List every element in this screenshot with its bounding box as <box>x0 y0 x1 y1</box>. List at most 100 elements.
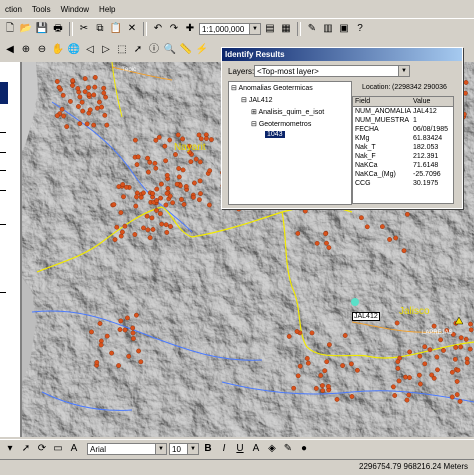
anomaly-point[interactable] <box>406 392 412 398</box>
anomaly-point[interactable] <box>103 94 109 100</box>
anomaly-point[interactable] <box>197 178 203 184</box>
anomaly-point[interactable] <box>401 248 407 254</box>
find-icon[interactable]: 🔍 <box>163 43 177 57</box>
anomaly-point[interactable] <box>163 158 169 164</box>
table-row[interactable]: CCG 30.1975 <box>353 179 453 188</box>
anomaly-point[interactable] <box>156 134 162 140</box>
anomaly-point[interactable] <box>342 333 348 338</box>
bold-icon[interactable]: B <box>201 442 215 456</box>
anomaly-point[interactable] <box>147 159 153 165</box>
anomaly-point[interactable] <box>82 89 88 95</box>
anomaly-point[interactable] <box>407 349 412 355</box>
anomaly-point[interactable] <box>203 136 209 142</box>
anomaly-point[interactable] <box>354 367 360 373</box>
anomaly-point[interactable] <box>60 92 66 98</box>
anomaly-point[interactable] <box>70 78 76 83</box>
anomaly-point[interactable] <box>319 383 325 388</box>
anomaly-point[interactable] <box>314 240 320 246</box>
anomaly-point[interactable] <box>132 232 138 237</box>
anomaly-point[interactable] <box>144 213 150 219</box>
anomaly-point[interactable] <box>98 338 104 344</box>
anomaly-point[interactable] <box>61 113 67 119</box>
menu-tools[interactable]: Tools <box>27 5 56 14</box>
print-icon[interactable]: 🖶 <box>51 22 65 36</box>
anomaly-point[interactable] <box>134 194 139 200</box>
anomaly-point[interactable] <box>92 84 98 90</box>
anomaly-point[interactable] <box>54 113 60 119</box>
redo-icon[interactable]: ↷ <box>167 22 181 36</box>
anomaly-point[interactable] <box>191 180 197 186</box>
anomaly-point[interactable] <box>141 225 146 231</box>
anomaly-point[interactable] <box>434 354 440 360</box>
anomaly-point[interactable] <box>134 190 140 196</box>
identified-feature-marker[interactable] <box>351 298 359 306</box>
tree-root[interactable]: ⊟ Anomalias Geotermicas <box>231 84 313 92</box>
anomaly-point[interactable] <box>114 224 120 230</box>
paste-icon[interactable]: 📋 <box>109 22 123 36</box>
anomaly-point[interactable] <box>449 394 455 400</box>
anomaly-point[interactable] <box>324 240 329 246</box>
identify-tree[interactable]: ⊟ Anomalias Geotermicas ⊟ JAL412 ⊞ Anali… <box>228 81 352 205</box>
table-row[interactable]: NaKCa 71.6148 <box>353 161 453 170</box>
anomaly-point[interactable] <box>180 136 186 142</box>
anomaly-point[interactable] <box>325 383 331 389</box>
anomaly-point[interactable] <box>122 223 128 229</box>
previous-extent-icon[interactable]: ◁ <box>83 43 97 57</box>
anomaly-point[interactable] <box>91 92 97 98</box>
anomaly-point[interactable] <box>324 359 330 365</box>
anomaly-point[interactable] <box>407 375 412 380</box>
anomaly-point[interactable] <box>454 392 460 397</box>
anomaly-point[interactable] <box>188 159 194 165</box>
anomaly-point[interactable] <box>454 379 460 384</box>
field-header[interactable]: Field <box>353 97 413 106</box>
anomaly-point[interactable] <box>59 106 65 112</box>
anomaly-point[interactable] <box>417 353 423 359</box>
anomaly-point[interactable] <box>87 107 93 113</box>
anomaly-point[interactable] <box>121 194 126 200</box>
anomaly-point[interactable] <box>102 112 108 118</box>
anomaly-point[interactable] <box>149 215 155 221</box>
anomaly-point[interactable] <box>206 202 212 208</box>
table-row[interactable]: Nak_T 182.053 <box>353 143 453 152</box>
anomaly-point[interactable] <box>404 397 410 403</box>
anomaly-point[interactable] <box>449 369 455 375</box>
marker-color-icon[interactable]: ● <box>297 442 311 456</box>
anomaly-point[interactable] <box>164 229 170 235</box>
anomaly-point[interactable] <box>95 105 100 111</box>
layout-icon[interactable]: ▦ <box>279 22 293 36</box>
anomaly-point[interactable] <box>159 221 165 227</box>
chevron-down-icon[interactable]: ▼ <box>249 24 260 34</box>
menu-help[interactable]: Help <box>94 5 120 14</box>
anomaly-point[interactable] <box>79 99 85 105</box>
anomaly-point[interactable] <box>56 84 62 90</box>
anomaly-point[interactable] <box>334 396 340 402</box>
anomaly-point[interactable] <box>176 166 182 171</box>
anomaly-point[interactable] <box>457 398 463 404</box>
anomaly-point[interactable] <box>86 85 91 90</box>
anomaly-point[interactable] <box>340 363 345 368</box>
anomaly-point[interactable] <box>197 159 203 165</box>
anomaly-point[interactable] <box>326 342 332 348</box>
anomaly-point[interactable] <box>403 374 408 380</box>
catalog-icon[interactable]: ▥ <box>321 22 335 36</box>
anomaly-point[interactable] <box>77 121 83 126</box>
tree-node[interactable]: ⊞ Analisis_quim_e_isot <box>251 108 324 116</box>
anomaly-point[interactable] <box>124 184 129 190</box>
anomaly-point[interactable] <box>181 201 187 207</box>
tree-node[interactable]: ⊟ JAL412 <box>241 96 273 104</box>
anomaly-point[interactable] <box>157 211 163 217</box>
undo-icon[interactable]: ↶ <box>151 22 165 36</box>
anomaly-point[interactable] <box>154 186 160 192</box>
anomaly-point[interactable] <box>463 336 469 342</box>
italic-icon[interactable]: I <box>217 442 231 456</box>
anomaly-point[interactable] <box>133 137 138 143</box>
field-value-table[interactable]: Field Value NUM_ANOMALIA JAL412 NUM_MUESTR… <box>352 96 454 204</box>
anomaly-point[interactable] <box>468 327 474 333</box>
anomaly-point[interactable] <box>130 330 136 336</box>
anomaly-point[interactable] <box>116 363 122 368</box>
anomaly-point[interactable] <box>70 83 75 88</box>
text-icon[interactable]: A <box>67 442 81 456</box>
anomaly-point[interactable] <box>453 344 459 350</box>
anomaly-point[interactable] <box>396 378 402 384</box>
anomaly-point[interactable] <box>431 323 437 329</box>
